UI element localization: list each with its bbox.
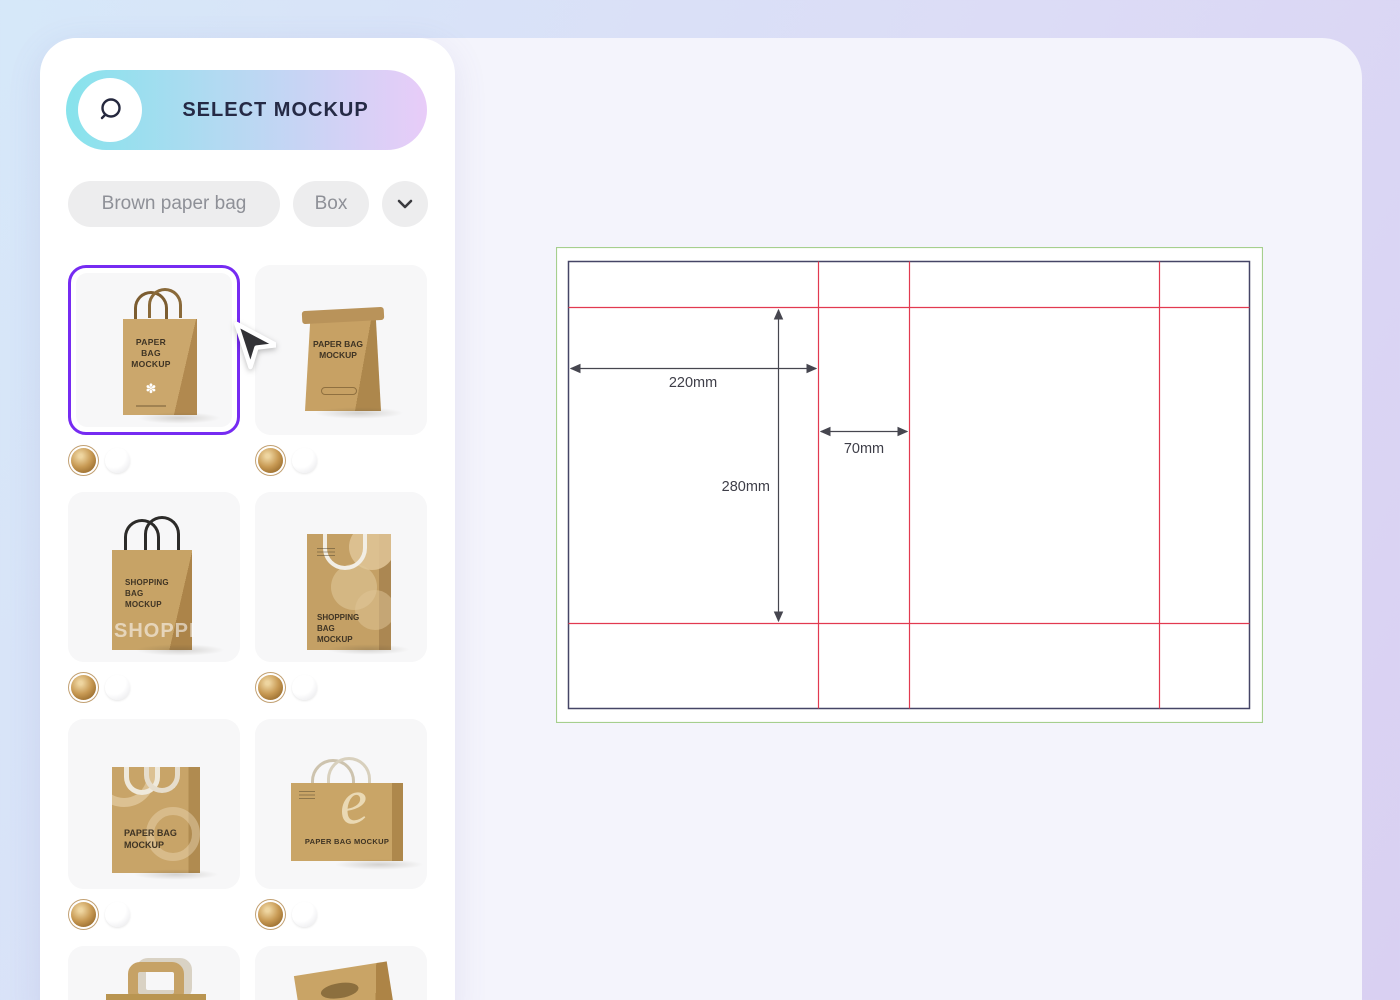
mockup-thumbnail-paper-pouch[interactable]: PAPER BAG MOCKUP: [255, 265, 427, 492]
filter-chips: Brown paper bag Box: [68, 181, 428, 227]
script-letter: e: [335, 783, 371, 840]
height-dimension-label: 280mm: [722, 479, 770, 495]
mockup-thumbnail-paper-bag-rope[interactable]: PAPER BAG MOCKUP ✽: [68, 265, 240, 492]
watermark-text: SHOPPI: [114, 620, 196, 643]
paper-bag-mockup-image: PAPER BAG MOCKUP: [68, 719, 240, 889]
paper-bag-mockup-image: PAPER BAG MOCKUP: [255, 265, 427, 435]
paper-bag-mockup-image: e PAPER BAG MOCKUP: [255, 719, 427, 889]
color-swatch-white[interactable]: [292, 675, 317, 700]
more-filters-button[interactable]: [382, 181, 428, 227]
mockup-thumbnail-shopping-bag-rope[interactable]: SHOPPING BAG MOCKUP: [255, 492, 427, 719]
mockup-thumbnail-diecut-handle-bag[interactable]: [255, 946, 427, 1000]
filter-chip-brown-paper-bag[interactable]: Brown paper bag: [68, 181, 280, 227]
color-swatch-kraft[interactable]: [258, 448, 283, 473]
color-swatch-white[interactable]: [292, 902, 317, 927]
color-swatch-white[interactable]: [105, 675, 130, 700]
width-dimension-label: 220mm: [669, 375, 717, 391]
mockup-thumbnail-paper-tote[interactable]: PAPER BAG MOCKUP: [68, 719, 240, 946]
shopping-bag-mockup-image: SHOPPING BAG MOCKUP: [255, 492, 427, 662]
color-swatch-kraft[interactable]: [258, 902, 283, 927]
gusset-dimension-label: 70mm: [844, 441, 884, 457]
filter-chip-box[interactable]: Box: [293, 181, 369, 227]
chevron-down-icon: [393, 192, 417, 216]
mockup-grid: PAPER BAG MOCKUP ✽ PAPER BAG MOCKUP SHOP…: [68, 265, 428, 1000]
color-swatch-white[interactable]: [292, 448, 317, 473]
select-mockup-button[interactable]: SELECT MOCKUP: [66, 70, 427, 150]
paper-bag-mockup-image: PAPER BAG MOCKUP ✽: [76, 273, 232, 427]
paper-bag-mockup-image: [68, 946, 240, 1000]
color-swatch-white[interactable]: [105, 902, 130, 927]
search-icon: [78, 78, 142, 142]
color-swatch-kraft[interactable]: [71, 448, 96, 473]
flower-icon: ✽: [123, 381, 179, 397]
mockup-thumbnail-flat-handle-bag[interactable]: [68, 946, 240, 1000]
shopping-bag-mockup-image: SHOPPING BAG MOCKUP SHOPPI: [68, 492, 240, 662]
mockup-thumbnail-wide-paper-bag[interactable]: e PAPER BAG MOCKUP: [255, 719, 427, 946]
color-swatch-white[interactable]: [105, 448, 130, 473]
mockup-thumbnail-shopping-bag-ribbon[interactable]: SHOPPING BAG MOCKUP SHOPPI: [68, 492, 240, 719]
color-swatch-kraft[interactable]: [71, 675, 96, 700]
paper-bag-mockup-image: [255, 946, 427, 1000]
dieline-template: 220mm 70mm 280mm: [556, 247, 1263, 723]
color-swatch-kraft[interactable]: [258, 675, 283, 700]
color-swatch-kraft[interactable]: [71, 902, 96, 927]
